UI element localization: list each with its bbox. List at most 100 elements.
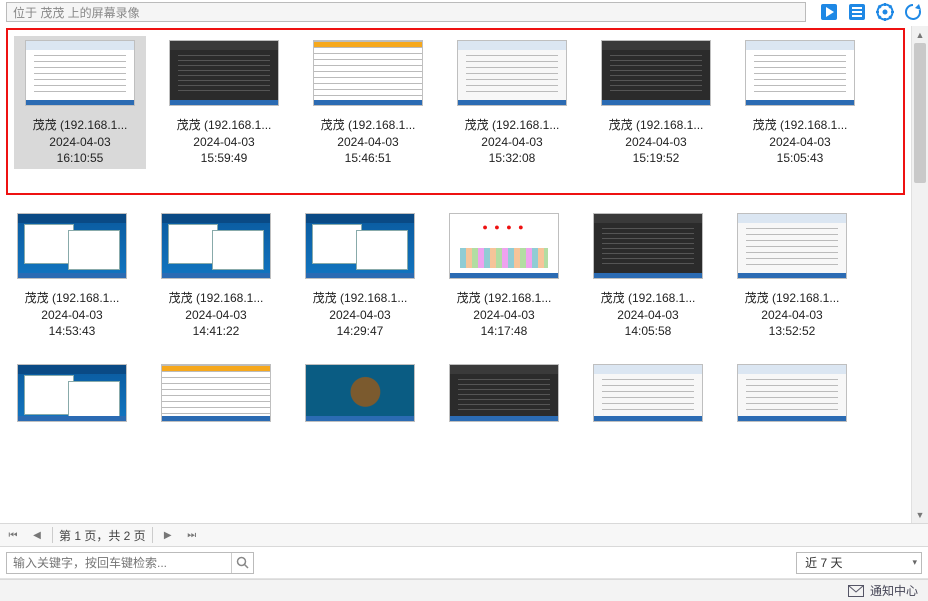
recording-item[interactable]: 茂茂 (192.168.1... 2024-04-03 14:41:22 <box>150 209 282 342</box>
thumbnail-image[interactable] <box>737 213 847 279</box>
item-time: 15:32:08 <box>489 151 536 165</box>
item-name: 茂茂 (192.168.1... <box>465 116 560 133</box>
recording-item[interactable]: 茂茂 (192.168.1... 2024-04-03 15:59:49 <box>158 36 290 169</box>
item-time: 14:41:22 <box>193 324 240 338</box>
scroll-track[interactable] <box>912 43 928 506</box>
item-date: 2024-04-03 <box>625 135 686 149</box>
recording-item[interactable] <box>726 360 858 426</box>
thumbnail-image[interactable] <box>305 364 415 422</box>
recording-item[interactable]: 茂茂 (192.168.1... 2024-04-03 15:19:52 <box>590 36 722 169</box>
item-date: 2024-04-03 <box>49 135 110 149</box>
item-time: 16:10:55 <box>57 151 104 165</box>
thumbnail-image[interactable] <box>25 40 135 106</box>
item-name: 茂茂 (192.168.1... <box>753 116 848 133</box>
thumbnail-image[interactable] <box>313 40 423 106</box>
scroll-thumb[interactable] <box>914 43 926 183</box>
refresh-icon[interactable] <box>904 3 922 21</box>
date-range-select[interactable]: 近 7 天 ▾ <box>796 552 922 574</box>
item-name: 茂茂 (192.168.1... <box>313 289 408 306</box>
item-time: 15:46:51 <box>345 151 392 165</box>
list-icon[interactable] <box>848 3 866 21</box>
pager-next-button[interactable]: ▶ <box>159 526 177 544</box>
recording-item[interactable]: 茂茂 (192.168.1... 2024-04-03 14:05:58 <box>582 209 714 342</box>
pager-last-button[interactable]: ⏭ <box>183 526 201 544</box>
item-name: 茂茂 (192.168.1... <box>169 289 264 306</box>
play-icon[interactable] <box>820 3 838 21</box>
item-name: 茂茂 (192.168.1... <box>457 289 552 306</box>
item-name: 茂茂 (192.168.1... <box>745 289 840 306</box>
gear-icon[interactable] <box>876 3 894 21</box>
recording-item[interactable]: 茂茂 (192.168.1... 2024-04-03 15:05:43 <box>734 36 866 169</box>
item-date: 2024-04-03 <box>41 308 102 322</box>
thumbnail-image[interactable] <box>161 213 271 279</box>
thumbnail-image[interactable]: ● ● ● ● <box>449 213 559 279</box>
pager-label: 第 1 页，共 2 页 <box>59 527 146 544</box>
item-date: 2024-04-03 <box>481 135 542 149</box>
item-name: 茂茂 (192.168.1... <box>25 289 120 306</box>
thumbnail-image[interactable] <box>17 364 127 422</box>
item-date: 2024-04-03 <box>185 308 246 322</box>
recording-item[interactable]: 茂茂 (192.168.1... 2024-04-03 14:53:43 <box>6 209 138 342</box>
recording-item[interactable]: 茂茂 (192.168.1...2024-04-0314:29:47 <box>294 209 426 342</box>
thumbnail-image[interactable] <box>449 364 559 422</box>
item-time: 14:53:43 <box>49 324 96 338</box>
top-icons <box>820 2 922 21</box>
date-range-label: 近 7 天 <box>805 554 842 571</box>
recording-item[interactable]: ● ● ● ●茂茂 (192.168.1...2024-04-0314:17:4… <box>438 209 570 342</box>
recording-item[interactable]: 茂茂 (192.168.1... 2024-04-03 16:10:55 <box>14 36 146 169</box>
filter-bar: 近 7 天 ▾ <box>0 547 928 579</box>
thumbnail-grid: 茂茂 (192.168.1...2024-04-0316:10:55茂茂 (19… <box>0 26 911 523</box>
item-date: 2024-04-03 <box>769 135 830 149</box>
item-time: 15:19:52 <box>633 151 680 165</box>
thumbnail-image[interactable] <box>601 40 711 106</box>
pager-first-button[interactable]: ⏮ <box>4 526 22 544</box>
item-name: 茂茂 (192.168.1... <box>601 289 696 306</box>
recording-item[interactable] <box>6 360 138 426</box>
item-time: 15:59:49 <box>201 151 248 165</box>
item-date: 2024-04-03 <box>193 135 254 149</box>
search-wrap <box>6 552 254 574</box>
recording-item[interactable]: 茂茂 (192.168.1... 2024-04-03 15:32:08 <box>446 36 578 169</box>
search-button[interactable] <box>231 553 253 573</box>
recording-item[interactable]: 茂茂 (192.168.1... 2024-04-03 15:46:51 <box>302 36 434 169</box>
thumbnail-image[interactable] <box>161 364 271 422</box>
recording-item[interactable] <box>150 360 282 426</box>
highlight-box: 茂茂 (192.168.1...2024-04-0316:10:55茂茂 (19… <box>6 28 905 195</box>
vertical-scrollbar[interactable]: ▲ ▼ <box>911 26 928 523</box>
recording-item[interactable] <box>294 360 426 426</box>
status-label[interactable]: 通知中心 <box>870 582 918 599</box>
item-name: 茂茂 (192.168.1... <box>321 116 416 133</box>
scroll-up-button[interactable]: ▲ <box>912 26 928 43</box>
search-input[interactable] <box>7 556 231 570</box>
recording-item[interactable]: 茂茂 (192.168.1... 2024-04-03 13:52:52 <box>726 209 858 342</box>
top-bar <box>0 0 928 26</box>
item-date: 2024-04-03 <box>761 308 822 322</box>
pager-prev-button[interactable]: ◀ <box>28 526 46 544</box>
chevron-down-icon: ▾ <box>912 557 917 568</box>
thumbnail-image[interactable] <box>169 40 279 106</box>
thumbnail-image[interactable] <box>745 40 855 106</box>
thumbnail-image[interactable] <box>457 40 567 106</box>
item-date: 2024-04-03 <box>337 135 398 149</box>
item-date: 2024-04-03 <box>329 308 390 322</box>
item-date: 2024-04-03 <box>617 308 678 322</box>
title-input[interactable] <box>6 2 806 22</box>
item-name: 茂茂 (192.168.1... <box>609 116 704 133</box>
thumbnail-image[interactable] <box>593 364 703 422</box>
recording-item[interactable] <box>582 360 714 426</box>
mail-icon[interactable] <box>848 585 864 597</box>
item-name: 茂茂 (192.168.1... <box>33 116 128 133</box>
item-time: 15:05:43 <box>777 151 824 165</box>
scroll-down-button[interactable]: ▼ <box>912 506 928 523</box>
thumbnail-image[interactable] <box>737 364 847 422</box>
thumbnail-image[interactable] <box>593 213 703 279</box>
recording-item[interactable] <box>438 360 570 426</box>
item-name: 茂茂 (192.168.1... <box>177 116 272 133</box>
pager-bar: ⏮ ◀ 第 1 页，共 2 页 ▶ ⏭ <box>0 523 928 547</box>
item-time: 13:52:52 <box>769 324 816 338</box>
item-time: 14:17:48 <box>481 324 528 338</box>
thumbnail-image[interactable] <box>17 213 127 279</box>
status-bar: 通知中心 <box>0 579 928 601</box>
thumbnail-image[interactable] <box>305 213 415 279</box>
item-time: 14:05:58 <box>625 324 672 338</box>
